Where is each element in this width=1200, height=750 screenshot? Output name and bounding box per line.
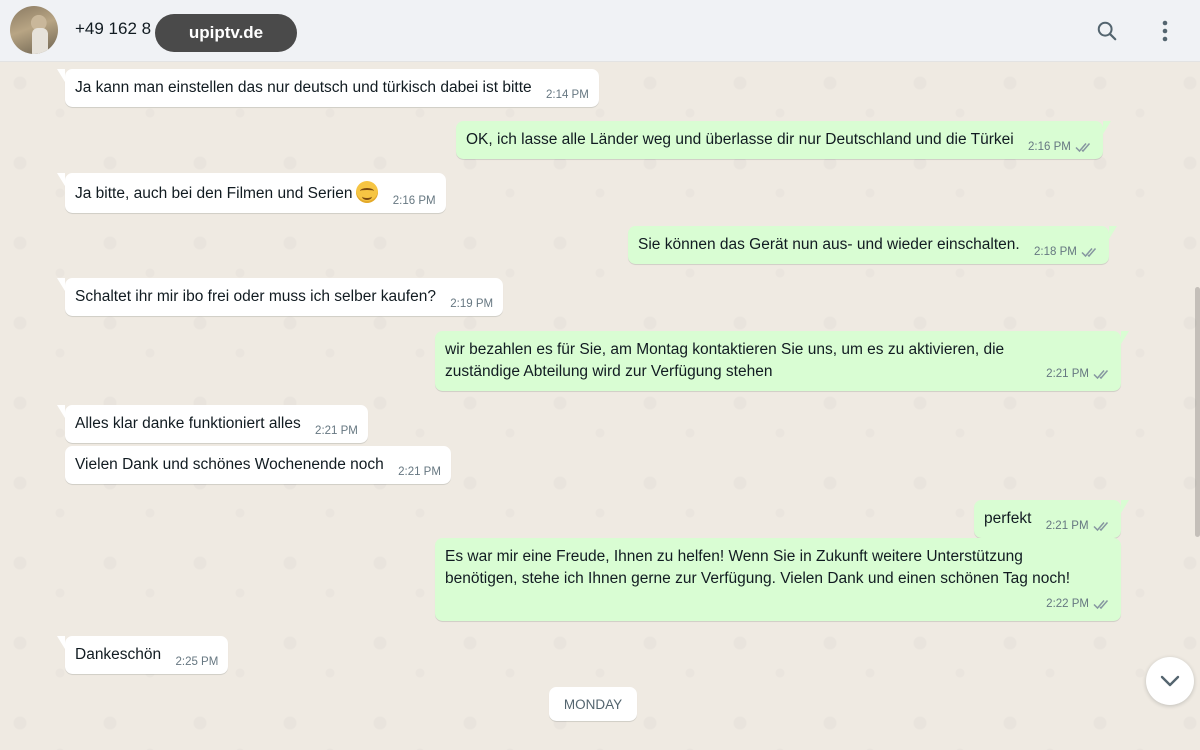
message-incoming[interactable]: Ja bitte, auch bei den Filmen und Serien… [57, 173, 446, 213]
message-outgoing[interactable]: Es war mir eine Freude, Ihnen zu helfen!… [435, 538, 1121, 621]
message-list[interactable]: Ja kann man einstellen das nur deutsch u… [0, 63, 1200, 750]
message-time: 2:18 PM [1034, 246, 1077, 258]
chat-header: +49 162 8 upiptv.de [0, 0, 1200, 62]
message-text-line: Es war mir eine Freude, Ihnen zu helfen!… [445, 548, 1023, 565]
watermark-badge: upiptv.de [155, 14, 297, 52]
message-outgoing[interactable]: Sie können das Gerät nun aus- und wieder… [628, 226, 1117, 264]
message-text: Schaltet ihr mir ibo frei oder muss ich … [75, 288, 436, 305]
message-outgoing[interactable]: perfekt 2:21 PM [974, 500, 1129, 538]
message-text: Dankeschön [75, 646, 162, 663]
message-time: 2:14 PM [545, 89, 589, 101]
message-time: 2:16 PM [1028, 141, 1071, 153]
message-incoming[interactable]: Dankeschön 2:25 PM [56, 636, 229, 674]
chevron-down-icon [1160, 675, 1180, 687]
message-incoming[interactable]: Ja kann man einstellen das nur deutsch u… [57, 69, 599, 107]
message-text: Alles klar danke funktioniert alles [75, 415, 301, 432]
kebab-menu-icon [1162, 20, 1168, 42]
message-text: perfekt [984, 510, 1032, 527]
double-check-icon [1093, 370, 1109, 380]
message-text-line: zuständige Abteilung wird zur Verfügung … [445, 363, 773, 380]
day-divider: MONDAY [549, 687, 637, 721]
message-incoming[interactable]: Schaltet ihr mir ibo frei oder muss ich … [56, 278, 504, 316]
double-check-icon [1093, 600, 1109, 610]
scrollbar[interactable] [1194, 63, 1200, 750]
message-time: 2:21 PM [1045, 520, 1089, 532]
message-text: Vielen Dank und schönes Wochenende noch [75, 456, 384, 473]
contact-name[interactable]: +49 162 8 [75, 19, 151, 39]
double-check-icon [1075, 143, 1090, 153]
message-time: 2:21 PM [1046, 368, 1089, 380]
message-time: 2:25 PM [175, 656, 219, 668]
message-text-line: benötigen, stehe ich Ihnen gerne zur Ver… [445, 570, 1071, 587]
message-text: Ja bitte, auch bei den Filmen und Serien [75, 185, 353, 202]
message-time: 2:16 PM [392, 195, 436, 207]
message-text: Ja kann man einstellen das nur deutsch u… [75, 79, 532, 96]
message-incoming[interactable]: Vielen Dank und schönes Wochenende noch … [65, 446, 451, 484]
menu-button[interactable] [1148, 14, 1182, 48]
double-check-icon [1093, 522, 1108, 532]
scroll-to-bottom-button[interactable] [1146, 657, 1194, 705]
double-check-icon [1081, 248, 1096, 258]
message-text-line: wir bezahlen es für Sie, am Montag konta… [445, 341, 1005, 358]
message-time: 2:22 PM [1046, 598, 1089, 610]
scrollbar-thumb[interactable] [1195, 287, 1200, 537]
message-outgoing[interactable]: OK, ich lasse alle Länder weg und überla… [456, 121, 1111, 159]
message-time: 2:19 PM [450, 298, 494, 310]
contact-avatar[interactable] [10, 6, 58, 54]
message-incoming[interactable]: Alles klar danke funktioniert alles 2:21… [57, 405, 368, 443]
smiling-face-emoji [356, 181, 379, 203]
search-button[interactable] [1090, 14, 1124, 48]
message-time: 2:21 PM [315, 425, 358, 437]
message-text: Sie können das Gerät nun aus- und wieder… [638, 236, 1020, 253]
search-icon [1097, 21, 1117, 41]
message-time: 2:21 PM [398, 466, 441, 478]
message-outgoing[interactable]: wir bezahlen es für Sie, am Montag konta… [435, 331, 1129, 391]
message-text: OK, ich lasse alle Länder weg und überla… [466, 131, 1014, 148]
